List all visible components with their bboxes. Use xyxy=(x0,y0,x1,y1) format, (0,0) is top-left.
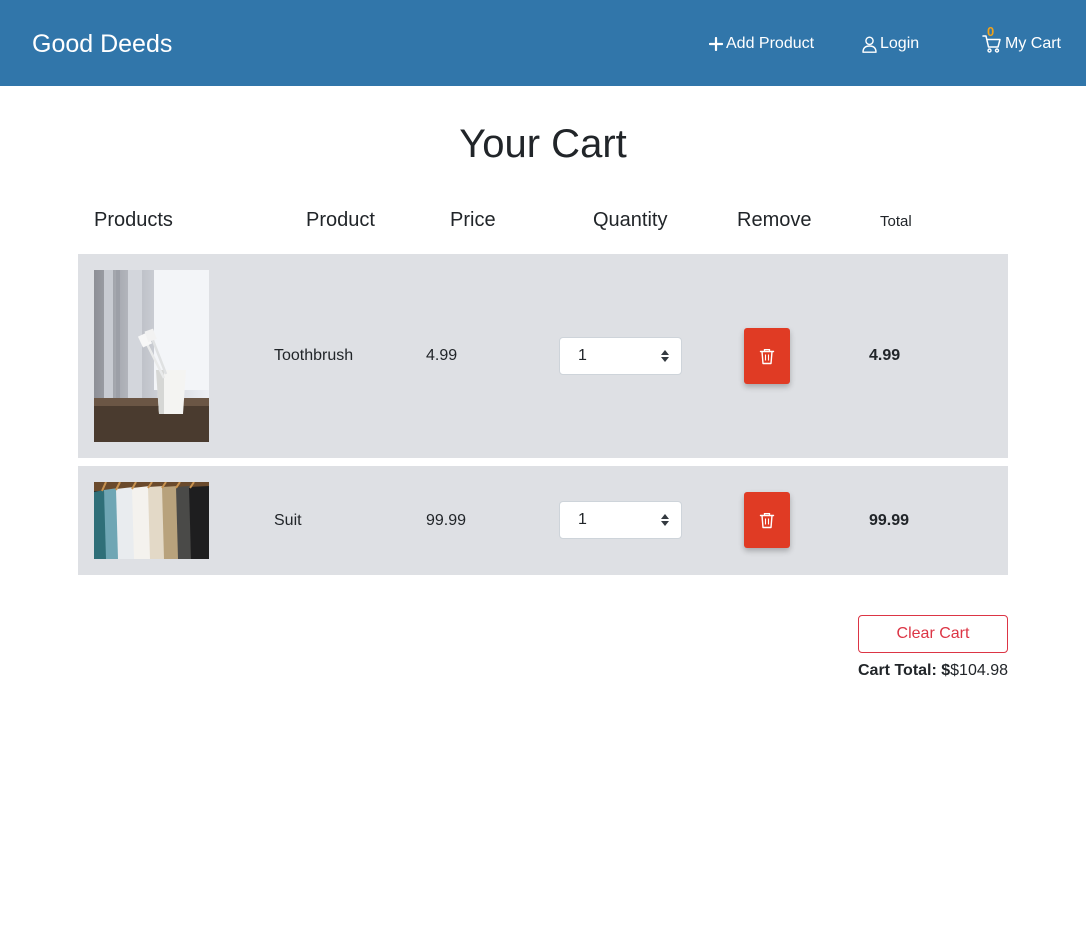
login-label: Login xyxy=(880,35,920,52)
quantity-select[interactable]: 1 xyxy=(559,501,682,539)
header-total: Total xyxy=(880,213,912,230)
login-link[interactable]: Login xyxy=(862,32,919,56)
clear-cart-button[interactable]: Clear Cart xyxy=(858,615,1008,653)
trash-icon xyxy=(759,348,775,365)
my-cart-label: My Cart xyxy=(1005,35,1061,52)
cart-total: Cart Total: $$104.98 xyxy=(858,661,1008,681)
product-price: 4.99 xyxy=(426,347,458,364)
quantity-select[interactable]: 1 xyxy=(559,337,682,375)
add-product-link[interactable]: Add Product xyxy=(709,32,814,56)
cart-total-label: Cart Total: $ xyxy=(858,662,951,679)
page-title: Your Cart xyxy=(459,122,627,166)
select-arrows-icon xyxy=(661,350,669,362)
remove-button[interactable] xyxy=(744,328,790,384)
remove-button[interactable] xyxy=(744,492,790,548)
plus-icon xyxy=(709,37,723,51)
header-remove: Remove xyxy=(737,209,812,231)
brand-logo[interactable]: Good Deeds xyxy=(32,28,172,60)
header-price: Price xyxy=(450,209,496,231)
navbar: Good Deeds Add Product Login 0 My Cart xyxy=(0,0,1086,86)
product-name: Suit xyxy=(274,512,302,529)
product-price: 99.99 xyxy=(426,512,467,529)
add-product-label: Add Product xyxy=(726,35,815,52)
quantity-value: 1 xyxy=(578,347,587,364)
row-total: 99.99 xyxy=(869,512,910,529)
product-image-toothbrush xyxy=(94,270,209,442)
header-quantity: Quantity xyxy=(593,209,668,231)
header-product: Product xyxy=(306,209,375,231)
row-total: 4.99 xyxy=(869,347,901,364)
header-products: Products xyxy=(94,209,173,231)
trash-icon xyxy=(759,512,775,529)
cart-icon-container: 0 xyxy=(982,25,1002,54)
product-name: Toothbrush xyxy=(274,347,354,364)
my-cart-link[interactable]: 0 My Cart xyxy=(982,25,1061,56)
select-arrows-icon xyxy=(661,514,669,526)
cart-total-value: $104.98 xyxy=(950,662,1008,679)
user-icon xyxy=(862,36,877,53)
product-image-suit xyxy=(94,482,209,559)
table-row: Suit 99.99 1 99.99 xyxy=(78,466,1008,575)
quantity-value: 1 xyxy=(578,511,587,528)
table-row: Toothbrush 4.99 1 4.99 xyxy=(78,254,1008,458)
cart-count-badge: 0 xyxy=(987,24,995,39)
